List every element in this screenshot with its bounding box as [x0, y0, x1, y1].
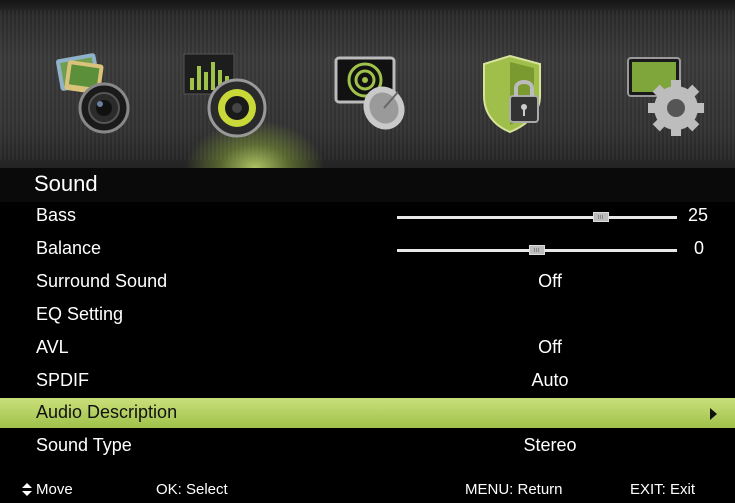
- menu-item-eq-setting[interactable]: EQ Setting: [0, 299, 735, 332]
- bass-slider[interactable]: [397, 212, 677, 222]
- balance-slider[interactable]: [397, 245, 677, 255]
- chevron-right-icon: [710, 408, 717, 420]
- move-hint: Move: [36, 481, 73, 498]
- menu-tab-bar: [0, 0, 735, 168]
- menu-item-label: EQ Setting: [36, 304, 124, 324]
- slider-value: 25: [688, 205, 709, 225]
- satellite-dish-icon: [334, 56, 405, 130]
- menu-item-label: Surround Sound: [36, 271, 168, 291]
- menu-item-label: Sound Type: [36, 435, 132, 455]
- section-header: Sound: [0, 168, 735, 202]
- menu-item-label: Balance: [36, 238, 102, 258]
- exit-hint: EXIT: Exit: [630, 481, 696, 498]
- menu-item-value: Off: [538, 271, 562, 291]
- picture-camera-icon: [56, 53, 130, 134]
- menu-item-avl[interactable]: AVL Off: [0, 332, 735, 365]
- speaker-icon: [183, 53, 267, 138]
- tab-channel[interactable]: [330, 52, 420, 138]
- menu-item-audio-description[interactable]: Audio Description: [0, 398, 735, 428]
- menu-item-surround-sound[interactable]: Surround Sound Off: [0, 266, 735, 299]
- slider-value: 0: [694, 238, 705, 258]
- select-hint: OK: Select: [156, 481, 228, 498]
- menu-item-bass[interactable]: Bass 25: [0, 200, 735, 233]
- menu-item-label: AVL: [36, 337, 69, 357]
- menu-item-balance[interactable]: Balance 0: [0, 233, 735, 266]
- slider-thumb[interactable]: [593, 212, 609, 222]
- menu-item-spdif[interactable]: SPDIF Auto: [0, 365, 735, 398]
- tab-sound[interactable]: [180, 52, 270, 138]
- tab-setup[interactable]: [618, 52, 708, 138]
- tab-picture[interactable]: [50, 52, 140, 138]
- menu-item-value: Off: [538, 337, 562, 357]
- return-hint: MENU: Return: [465, 481, 563, 498]
- page-title: Sound: [34, 171, 98, 196]
- slider-thumb[interactable]: [529, 245, 545, 255]
- tab-lock[interactable]: [478, 52, 568, 138]
- menu-item-label: SPDIF: [36, 370, 90, 390]
- menu-item-sound-type[interactable]: Sound Type Stereo: [0, 430, 735, 463]
- menu-item-value: Stereo: [523, 435, 577, 455]
- gear-icon: [627, 57, 704, 136]
- up-down-arrow-icon: [22, 483, 32, 496]
- menu-item-value: Auto: [531, 370, 569, 390]
- menu-item-label: Audio Description: [36, 402, 178, 422]
- shield-lock-icon: [483, 54, 541, 134]
- menu-item-label: Bass: [36, 205, 77, 225]
- footer-hints: Move OK: Select MENU: Return EXIT: Exit: [0, 476, 735, 503]
